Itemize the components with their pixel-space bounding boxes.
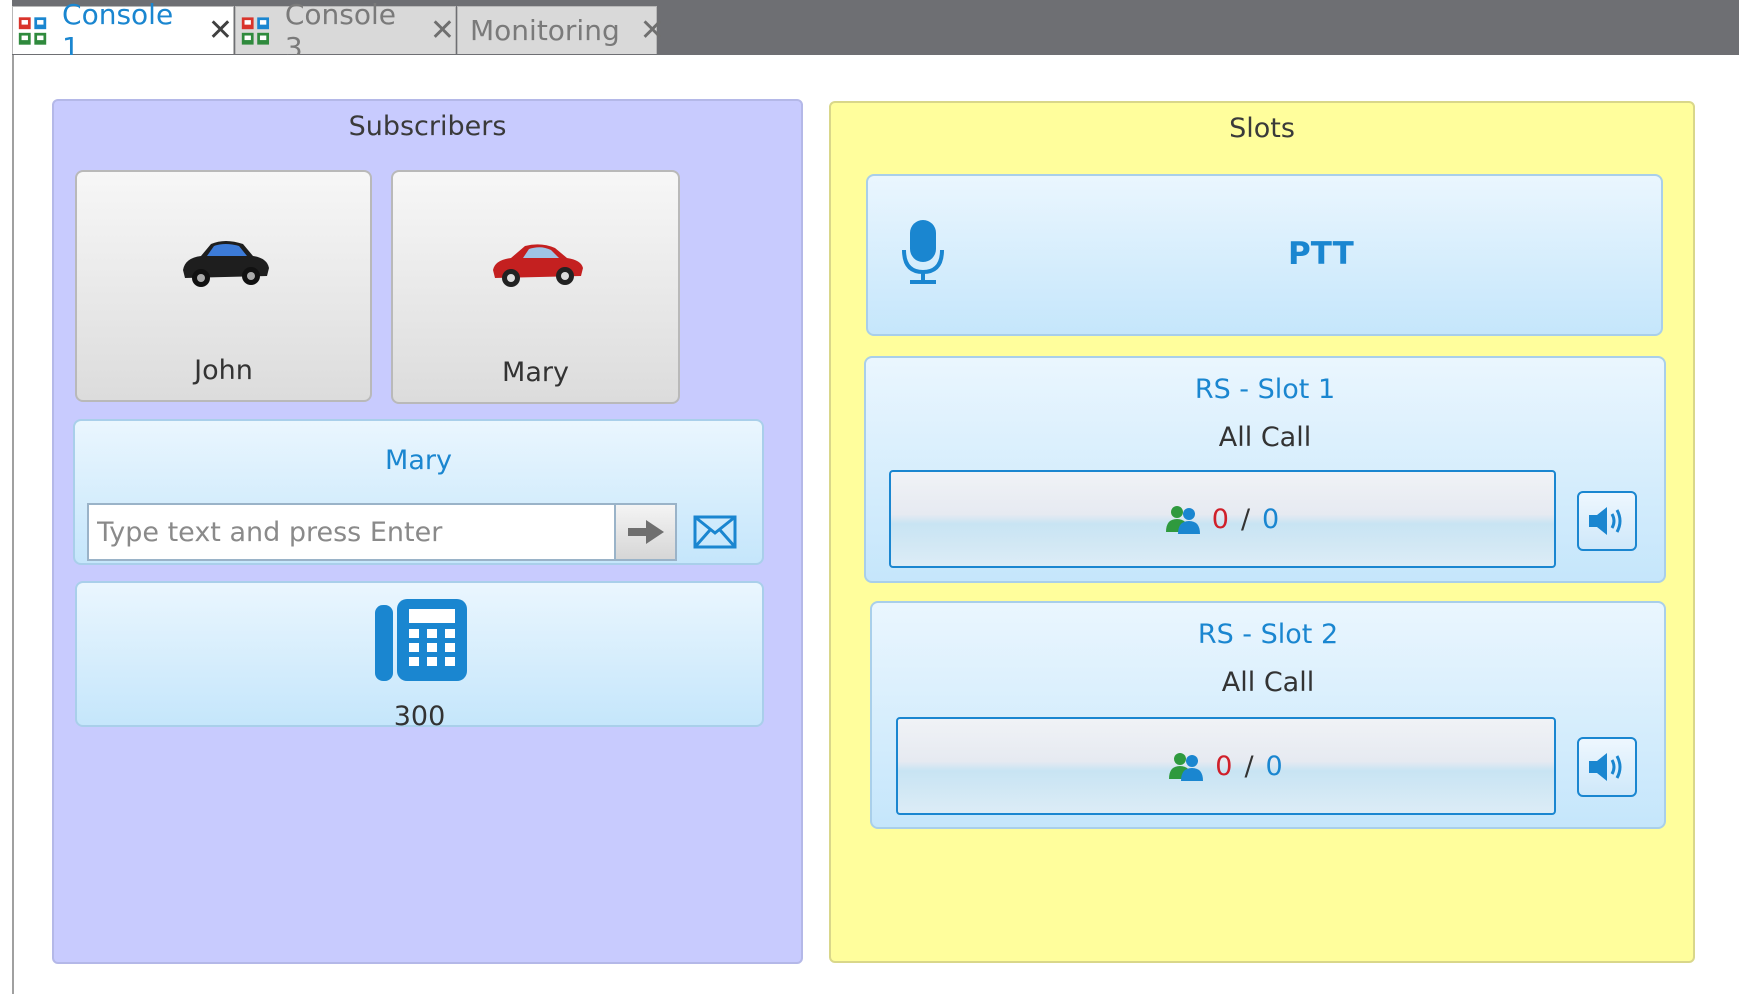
subscriber-name: John bbox=[194, 355, 253, 386]
slot-name: RS - Slot 1 bbox=[1194, 374, 1336, 405]
red-car-icon bbox=[493, 244, 583, 287]
panel-title: Slots bbox=[1229, 113, 1295, 144]
slot-call-button[interactable]: 0 / 0 bbox=[889, 470, 1556, 568]
slot-call-button[interactable]: 0 / 0 bbox=[896, 717, 1556, 815]
tab-label: Console 1 bbox=[62, 0, 174, 64]
active-count: 0 bbox=[1211, 503, 1229, 535]
slot-name: RS - Slot 2 bbox=[1197, 619, 1339, 650]
ptt-label: PTT bbox=[1288, 236, 1354, 272]
volume-button[interactable] bbox=[1577, 491, 1637, 551]
slot-call-mode: All Call bbox=[1221, 667, 1315, 698]
total-count: 0 bbox=[1262, 503, 1280, 535]
tab-bar-edge bbox=[0, 0, 12, 55]
microphone-icon bbox=[902, 220, 944, 284]
console-icon bbox=[18, 16, 47, 45]
chat-card: Mary bbox=[73, 419, 764, 565]
tab-bar: Console 1 ✕ Console 3 ✕ Monitoring ✕ bbox=[0, 0, 1739, 64]
message-input[interactable] bbox=[87, 503, 614, 561]
volume-button[interactable] bbox=[1577, 737, 1637, 797]
tab-label: Monitoring bbox=[470, 14, 620, 47]
phone-card[interactable]: 300 bbox=[75, 581, 764, 732]
envelope-icon[interactable] bbox=[693, 515, 737, 549]
slot-card-2: RS - Slot 2 All Call 0 / 0 bbox=[870, 601, 1666, 829]
tab-monitoring[interactable]: Monitoring ✕ bbox=[457, 6, 665, 54]
phone-number: 300 bbox=[393, 701, 446, 732]
total-count: 0 bbox=[1265, 750, 1283, 782]
slot-card-1: RS - Slot 1 All Call 0 / 0 bbox=[864, 356, 1666, 583]
chat-recipient: Mary bbox=[385, 445, 452, 476]
close-icon[interactable]: ✕ bbox=[208, 13, 233, 48]
close-icon[interactable]: ✕ bbox=[430, 13, 455, 48]
active-count: 0 bbox=[1215, 750, 1233, 782]
group-icon bbox=[1165, 506, 1200, 534]
slot-call-mode: All Call bbox=[1218, 422, 1312, 453]
ptt-button[interactable]: PTT bbox=[866, 174, 1663, 336]
subscribers-panel: Subscribers John Mary Mary Type text and… bbox=[52, 99, 803, 964]
tab-console-1[interactable]: Console 1 ✕ bbox=[12, 0, 234, 64]
count-separator: / bbox=[1240, 503, 1251, 535]
speaker-icon bbox=[1589, 507, 1622, 535]
black-car-icon bbox=[183, 241, 269, 287]
subscriber-card-john[interactable]: John bbox=[75, 170, 372, 402]
arrow-right-icon bbox=[627, 520, 664, 544]
speaker-icon bbox=[1589, 753, 1622, 781]
panel-title: Subscribers bbox=[348, 111, 507, 142]
group-icon bbox=[1169, 753, 1204, 781]
count-separator: / bbox=[1244, 750, 1254, 782]
subscriber-name: Mary bbox=[502, 357, 569, 388]
subscriber-card-mary[interactable]: Mary bbox=[391, 170, 680, 404]
tab-label: Console 3 bbox=[284, 0, 396, 64]
close-icon[interactable]: ✕ bbox=[640, 13, 665, 48]
tab-console-3[interactable]: Console 3 ✕ bbox=[235, 0, 456, 64]
send-button[interactable] bbox=[614, 503, 677, 561]
console-icon bbox=[241, 16, 270, 45]
desk-phone-icon bbox=[375, 599, 467, 681]
slots-panel: Slots PTT RS - Slot 1 All Call 0 / 0 RS … bbox=[829, 101, 1695, 963]
